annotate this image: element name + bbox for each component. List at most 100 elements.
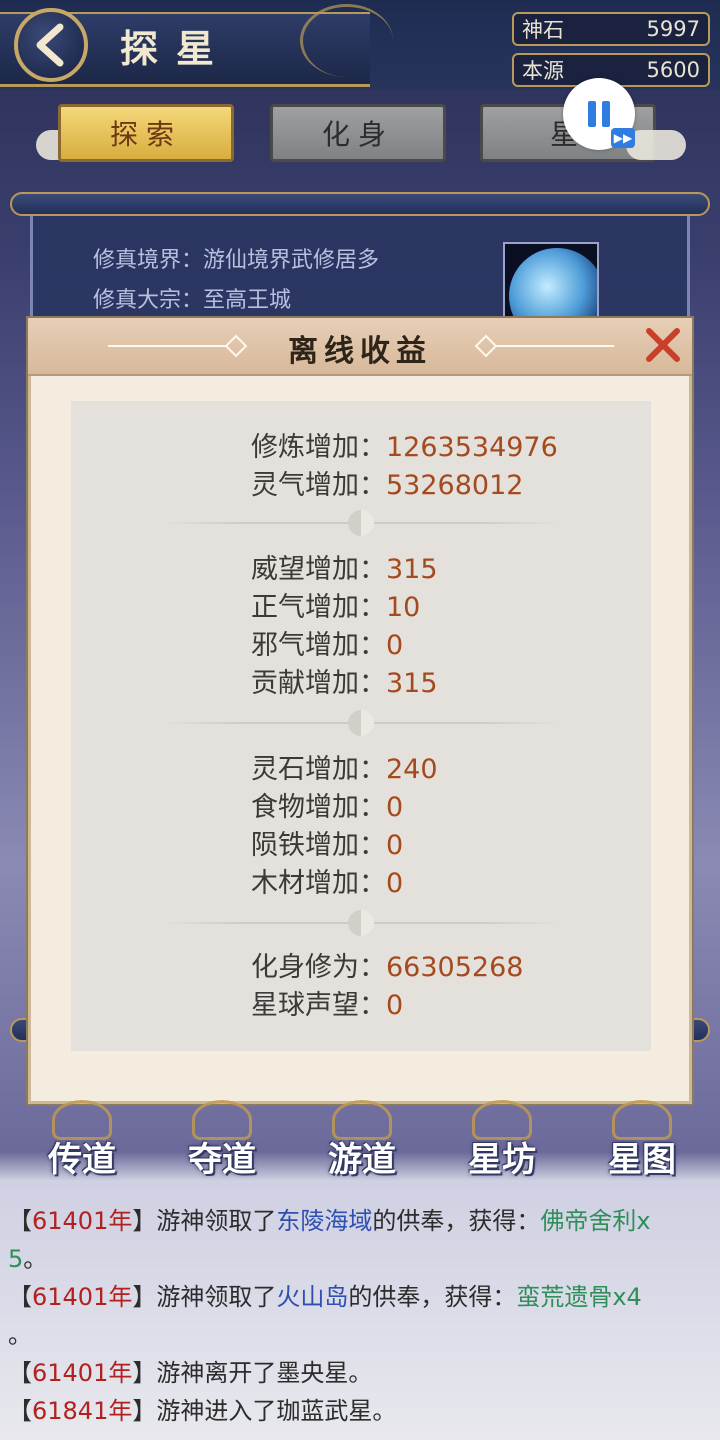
back-button[interactable]	[14, 8, 88, 82]
nav-chuandao[interactable]: 传道	[22, 1100, 142, 1180]
log-entry-wrap: 5。	[8, 1240, 708, 1278]
reward-value: 0	[386, 868, 404, 899]
log-place: 火山岛	[276, 1283, 349, 1311]
log-entry: 【61401年】游神领取了东陵海域的供奉，获得：佛帝舍利x	[8, 1202, 708, 1240]
reward-row: 星球声望：0	[251, 983, 403, 1022]
log-text: 的供奉，获得：	[348, 1283, 517, 1311]
reward-row: 灵气增加：53268012	[251, 463, 523, 502]
reward-label: 正气增加：	[251, 592, 386, 623]
log-item: 5	[8, 1245, 24, 1273]
offline-rewards-dialog: 离线收益 修炼增加：1263534976 灵气增加：53268012 威望增加：…	[28, 318, 692, 1104]
sect-value: 至高王城	[203, 288, 292, 313]
log-year: 61401年	[32, 1359, 133, 1387]
reward-value: 66305268	[386, 952, 524, 983]
nav-label: 星图	[608, 1140, 676, 1180]
realm-info: 修真境界：游仙境界武修居多	[93, 242, 379, 274]
log-text: 】游神领取了	[132, 1283, 277, 1311]
nav-label: 游道	[328, 1140, 396, 1180]
log-year: 61401年	[32, 1207, 133, 1235]
reward-row: 灵石增加：240	[251, 747, 438, 786]
log-item: 蛮荒遗骨x4	[516, 1283, 642, 1311]
reward-value: 315	[386, 554, 438, 585]
reward-value: 1263534976	[386, 432, 558, 463]
reward-value: 0	[386, 830, 404, 861]
close-x-icon	[646, 328, 680, 362]
log-text: 。	[8, 1321, 32, 1349]
reward-value: 0	[386, 990, 404, 1021]
log-text: 】游神进入了珈蓝武星。	[132, 1397, 397, 1425]
nav-youdao[interactable]: 游道	[302, 1100, 422, 1180]
close-button[interactable]	[642, 324, 684, 366]
log-text: 的供奉，获得：	[372, 1207, 541, 1235]
currency-label: 神石	[522, 18, 564, 42]
reward-label: 木材增加：	[251, 868, 386, 899]
bracket: 【	[8, 1397, 32, 1425]
tab-explore[interactable]: 探索	[58, 104, 234, 162]
yin-yang-icon	[348, 510, 374, 536]
sect-info: 修真大宗：至高王城	[93, 282, 291, 314]
reward-label: 修炼增加：	[251, 432, 386, 463]
nav-label: 星坊	[468, 1140, 536, 1180]
reward-row: 贡献增加：315	[251, 661, 438, 700]
bottom-nav: 传道 夺道 游道 星坊 星图	[0, 1100, 720, 1190]
log-place: 东陵海域	[276, 1207, 373, 1235]
planet-orb	[509, 248, 597, 324]
rewards-list: 修炼增加：1263534976 灵气增加：53268012 威望增加：315 正…	[71, 401, 651, 1051]
reward-value: 315	[386, 668, 438, 699]
fast-forward-icon[interactable]: ▶▶	[611, 128, 635, 148]
yin-yang-icon	[348, 710, 374, 736]
log-entry: 【61401年】游神离开了墨央星。	[8, 1354, 708, 1392]
reward-row: 陨铁增加：0	[251, 823, 403, 862]
currency-value: 5600	[646, 58, 700, 82]
reward-row: 食物增加：0	[251, 785, 403, 824]
cloud-ornament	[300, 4, 393, 77]
log-item: 佛帝舍利x	[540, 1207, 651, 1235]
reward-label: 邪气增加：	[251, 630, 386, 661]
cloud-ornament	[626, 130, 686, 160]
reward-value: 10	[386, 592, 421, 623]
nav-duodao[interactable]: 夺道	[162, 1100, 282, 1180]
reward-row: 木材增加：0	[251, 861, 403, 900]
dialog-header: 离线收益	[28, 318, 692, 376]
reward-row: 威望增加：315	[251, 547, 438, 586]
reward-value: 0	[386, 792, 404, 823]
nav-label: 传道	[48, 1140, 116, 1180]
reward-label: 灵石增加：	[251, 754, 386, 785]
reward-label: 星球声望：	[251, 990, 386, 1021]
sect-label: 修真大宗：	[93, 288, 204, 313]
scroll-top-bar	[10, 192, 710, 216]
reward-value: 240	[386, 754, 438, 785]
planet-info-panel: 修真境界：游仙境界武修居多 修真大宗：至高王城	[30, 216, 690, 326]
reward-row: 正气增加：10	[251, 585, 420, 624]
reward-label: 贡献增加：	[251, 668, 386, 699]
reward-label: 威望增加：	[251, 554, 386, 585]
page-title: 探星	[120, 26, 233, 71]
log-entry: 【61841年】游神进入了珈蓝武星。	[8, 1392, 708, 1430]
realm-value: 游仙境界武修居多	[203, 248, 380, 273]
reward-value: 53268012	[386, 470, 524, 501]
dialog-title: 离线收益	[288, 334, 432, 369]
reward-label: 食物增加：	[251, 792, 386, 823]
reward-row: 修炼增加：1263534976	[251, 425, 558, 464]
planet-image[interactable]	[503, 242, 599, 326]
back-arrow-icon	[36, 23, 64, 67]
yin-yang-icon	[348, 910, 374, 936]
realm-label: 修真境界：	[93, 248, 204, 273]
nav-label: 夺道	[188, 1140, 256, 1180]
nav-xingfang[interactable]: 星坊	[442, 1100, 562, 1180]
tab-avatar[interactable]: 化身	[270, 104, 446, 162]
log-year: 61841年	[32, 1397, 133, 1425]
bracket: 【	[8, 1359, 32, 1387]
currency-shenshi: 神石 5997	[512, 12, 710, 46]
log-entry-wrap: 。	[8, 1316, 708, 1354]
event-log: 【61401年】游神领取了东陵海域的供奉，获得：佛帝舍利x 5。 【61401年…	[0, 1196, 720, 1440]
nav-xingtu[interactable]: 星图	[582, 1100, 702, 1180]
log-year: 61401年	[32, 1283, 133, 1311]
log-text: 】游神领取了	[132, 1207, 277, 1235]
currency-label: 本源	[522, 59, 564, 83]
bracket: 【	[8, 1283, 32, 1311]
reward-row: 邪气增加：0	[251, 623, 403, 662]
reward-label: 化身修为：	[251, 952, 386, 983]
top-header: 探星 神石 5997 本源 5600	[0, 0, 720, 90]
reward-row: 化身修为：66305268	[251, 945, 523, 984]
